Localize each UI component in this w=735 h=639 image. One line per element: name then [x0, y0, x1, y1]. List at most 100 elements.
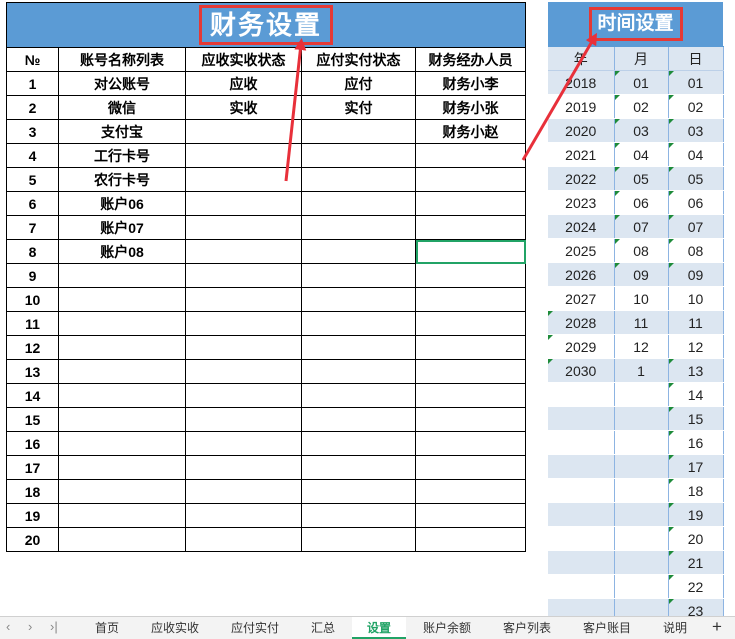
cell-finance-staff[interactable]: 财务小赵: [414, 119, 527, 144]
cell-month[interactable]: 1: [614, 358, 669, 383]
cell-receivable-status[interactable]: [185, 167, 302, 192]
header-account-name-list[interactable]: 账号名称列表: [58, 47, 186, 72]
cell-payable-status[interactable]: 实付: [301, 95, 416, 120]
cell-finance-staff[interactable]: [414, 287, 527, 312]
cell-no[interactable]: 9: [6, 263, 59, 288]
cell-no[interactable]: 4: [6, 143, 59, 168]
cell-month[interactable]: [614, 406, 669, 431]
cell-month[interactable]: [614, 478, 669, 503]
cell-month[interactable]: 07: [614, 214, 669, 239]
cell-year[interactable]: 2027: [548, 286, 615, 311]
cell-payable-status[interactable]: [301, 455, 416, 480]
cell-finance-staff[interactable]: [414, 359, 527, 384]
cell-year[interactable]: [548, 430, 615, 455]
cell-year[interactable]: [548, 454, 615, 479]
tab-settings[interactable]: 设置: [352, 617, 406, 639]
cell-payable-status[interactable]: [301, 167, 416, 192]
cell-year[interactable]: 2026: [548, 262, 615, 287]
cell-no[interactable]: 19: [6, 503, 59, 528]
cell-year[interactable]: [548, 382, 615, 407]
cell-month[interactable]: [614, 526, 669, 551]
cell-payable-status[interactable]: [301, 215, 416, 240]
cell-account-name[interactable]: [58, 359, 186, 384]
cell-no[interactable]: 11: [6, 311, 59, 336]
tab-payable[interactable]: 应付实付: [220, 617, 290, 639]
cell-year[interactable]: 2023: [548, 190, 615, 215]
cell-account-name[interactable]: [58, 287, 186, 312]
cell-account-name[interactable]: [58, 383, 186, 408]
time-title-cell[interactable]: 时间设置: [548, 2, 724, 47]
header-payable-status[interactable]: 应付实付状态: [301, 47, 416, 72]
cell-month[interactable]: 09: [614, 262, 669, 287]
cell-month[interactable]: 10: [614, 286, 669, 311]
cell-payable-status[interactable]: [301, 479, 416, 504]
cell-no[interactable]: 5: [6, 167, 59, 192]
cell-payable-status[interactable]: [301, 143, 416, 168]
cell-day[interactable]: 22: [668, 574, 724, 599]
cell-day[interactable]: 08: [668, 238, 724, 263]
cell-receivable-status[interactable]: [185, 143, 302, 168]
cell-year[interactable]: 2025: [548, 238, 615, 263]
cell-no[interactable]: 12: [6, 335, 59, 360]
cell-account-name[interactable]: 对公账号: [58, 71, 186, 96]
cell-year[interactable]: [548, 574, 615, 599]
cell-month[interactable]: [614, 574, 669, 599]
cell-no[interactable]: 16: [6, 431, 59, 456]
cell-no[interactable]: 18: [6, 479, 59, 504]
cell-finance-staff[interactable]: [414, 383, 527, 408]
header-no[interactable]: №: [6, 47, 59, 72]
cell-receivable-status[interactable]: [185, 239, 302, 264]
cell-finance-staff[interactable]: [414, 311, 527, 336]
cell-no[interactable]: 8: [6, 239, 59, 264]
cell-month[interactable]: 05: [614, 166, 669, 191]
cell-finance-staff[interactable]: [414, 335, 527, 360]
cell-no[interactable]: 10: [6, 287, 59, 312]
prev-sheet-icon[interactable]: ›: [28, 619, 32, 634]
cell-account-name[interactable]: 账户06: [58, 191, 186, 216]
cell-finance-staff[interactable]: [414, 143, 527, 168]
cell-year[interactable]: 2024: [548, 214, 615, 239]
cell-account-name[interactable]: [58, 455, 186, 480]
cell-year[interactable]: [548, 406, 615, 431]
tab-customer-list[interactable]: 客户列表: [492, 617, 562, 639]
cell-month[interactable]: [614, 502, 669, 527]
cell-receivable-status[interactable]: [185, 335, 302, 360]
cell-year[interactable]: 2022: [548, 166, 615, 191]
cell-day[interactable]: 10: [668, 286, 724, 311]
cell-finance-staff[interactable]: 财务小李: [414, 71, 527, 96]
cell-month[interactable]: [614, 430, 669, 455]
cell-receivable-status[interactable]: [185, 287, 302, 312]
cell-no[interactable]: 14: [6, 383, 59, 408]
cell-day[interactable]: 14: [668, 382, 724, 407]
cell-day[interactable]: 18: [668, 478, 724, 503]
header-year[interactable]: 年: [548, 46, 615, 71]
cell-no[interactable]: 2: [6, 95, 59, 120]
header-day[interactable]: 日: [668, 46, 724, 71]
cell-payable-status[interactable]: [301, 335, 416, 360]
cell-no[interactable]: 13: [6, 359, 59, 384]
cell-month[interactable]: [614, 382, 669, 407]
cell-year[interactable]: 2028: [548, 310, 615, 335]
cell-receivable-status[interactable]: [185, 455, 302, 480]
cell-receivable-status[interactable]: 实收: [185, 95, 302, 120]
cell-account-name[interactable]: 农行卡号: [58, 167, 186, 192]
cell-day[interactable]: 20: [668, 526, 724, 551]
cell-account-name[interactable]: 工行卡号: [58, 143, 186, 168]
cell-day[interactable]: 17: [668, 454, 724, 479]
cell-receivable-status[interactable]: [185, 263, 302, 288]
cell-year[interactable]: 2020: [548, 118, 615, 143]
cell-no[interactable]: 17: [6, 455, 59, 480]
cell-payable-status[interactable]: [301, 191, 416, 216]
header-receivable-status[interactable]: 应收实收状态: [185, 47, 302, 72]
cell-receivable-status[interactable]: [185, 527, 302, 552]
cell-finance-staff[interactable]: [414, 167, 527, 192]
cell-payable-status[interactable]: 应付: [301, 71, 416, 96]
cell-no[interactable]: 15: [6, 407, 59, 432]
cell-year[interactable]: [548, 502, 615, 527]
finance-title-cell[interactable]: 财务设置: [5, 2, 527, 48]
cell-payable-status[interactable]: [301, 239, 416, 264]
tab-summary[interactable]: 汇总: [300, 617, 346, 639]
tab-home[interactable]: 首页: [84, 617, 130, 639]
cell-receivable-status[interactable]: [185, 215, 302, 240]
cell-day[interactable]: 06: [668, 190, 724, 215]
